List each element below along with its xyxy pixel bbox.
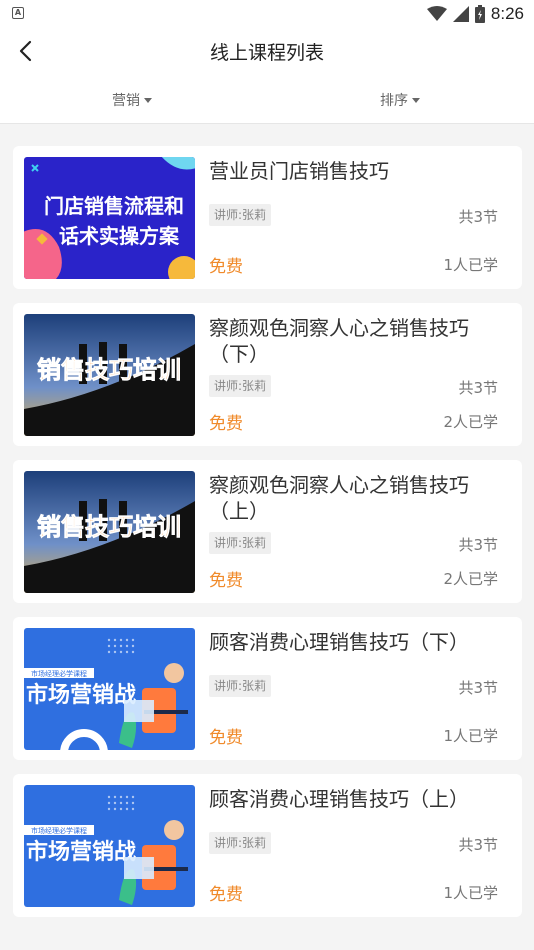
course-thumbnail: 门店销售流程和 话术实操方案: [24, 157, 195, 279]
course-card[interactable]: 门店销售流程和 话术实操方案 营业员门店销售技巧 讲师:张莉 共3节 免费 1人…: [13, 146, 522, 289]
teacher-badge: 讲师:张莉: [209, 375, 272, 397]
notification-app-icon: A: [12, 7, 24, 19]
wifi-icon: [426, 6, 447, 21]
svg-text:市场营销战: 市场营销战: [26, 682, 136, 708]
sort-dropdown[interactable]: 排序: [380, 90, 420, 110]
svg-text:市场经理必学课程: 市场经理必学课程: [31, 826, 87, 835]
course-thumbnail: 市场经理必学课程 市场营销战: [24, 785, 195, 907]
course-title: 察颜观色洞察人心之销售技巧 （下）: [209, 315, 508, 367]
learner-count: 2人已学: [443, 570, 498, 588]
price-label: 免费: [209, 728, 243, 748]
course-title: 察颜观色洞察人心之销售技巧 （上）: [209, 472, 508, 524]
lesson-count: 共3节: [458, 379, 498, 397]
teacher-badge: 讲师:张莉: [209, 832, 272, 854]
svg-text:话术实操方案: 话术实操方案: [59, 224, 180, 248]
price-label: 免费: [209, 414, 243, 434]
course-title: 顾客消费心理销售技巧（上）: [209, 787, 469, 811]
teacher-badge: 讲师:张莉: [209, 675, 272, 697]
filter-bar: 营销 排序: [0, 74, 534, 124]
learner-count: 1人已学: [443, 256, 498, 274]
svg-text:门店销售流程和: 门店销售流程和: [44, 194, 184, 218]
course-title-line: （上）: [209, 499, 269, 523]
caret-down-icon: [144, 98, 152, 103]
teacher-badge: 讲师:张莉: [209, 532, 272, 554]
lesson-count: 共3节: [458, 536, 498, 554]
marketing-filter-label: 营销: [112, 93, 140, 109]
marketing-filter-dropdown[interactable]: 营销: [112, 90, 152, 110]
status-time: 8:26: [490, 4, 524, 23]
svg-text:销售技巧培训: 销售技巧培训: [37, 356, 181, 384]
price-label: 免费: [209, 571, 243, 591]
course-title-line: 察颜观色洞察人心之销售技巧: [209, 473, 469, 497]
course-title-line: （下）: [209, 342, 269, 366]
lesson-count: 共3节: [458, 208, 498, 226]
learner-count: 1人已学: [443, 884, 498, 902]
app-header: 线上课程列表: [0, 28, 534, 74]
page-title: 线上课程列表: [209, 42, 324, 64]
price-label: 免费: [209, 885, 243, 905]
course-thumbnail: 市场经理必学课程 市场营销战: [24, 628, 195, 750]
teacher-badge: 讲师:张莉: [209, 204, 272, 226]
course-title: 顾客消费心理销售技巧（下）: [209, 630, 469, 654]
learner-count: 2人已学: [443, 413, 498, 431]
course-card[interactable]: 市场经理必学课程 市场营销战 顾客消费心理销售技巧（下） 讲师:张莉 共3节 免…: [13, 617, 522, 760]
course-card[interactable]: 销售技巧培训 察颜观色洞察人心之销售技巧 （上） 讲师:张莉 共3节 免费 2人…: [13, 460, 522, 603]
svg-text:销售技巧培训: 销售技巧培训: [37, 513, 181, 541]
course-card[interactable]: 销售技巧培训 察颜观色洞察人心之销售技巧 （下） 讲师:张莉 共3节 免费 2人…: [13, 303, 522, 446]
course-thumbnail: 销售技巧培训: [24, 314, 195, 436]
svg-text:市场经理必学课程: 市场经理必学课程: [31, 669, 87, 678]
course-title-line: 察颜观色洞察人心之销售技巧: [209, 316, 469, 340]
battery-icon: [474, 5, 485, 23]
caret-down-icon: [412, 98, 420, 103]
lesson-count: 共3节: [458, 679, 498, 697]
course-card[interactable]: 市场经理必学课程 市场营销战 顾客消费心理销售技巧（上） 讲师:张莉 共3节 免…: [13, 774, 522, 917]
status-bar: A 8:26: [0, 0, 534, 28]
cellular-signal-icon: [452, 6, 469, 22]
price-label: 免费: [209, 257, 243, 277]
sort-label: 排序: [380, 93, 408, 109]
lesson-count: 共3节: [458, 836, 498, 854]
svg-text:市场营销战: 市场营销战: [26, 839, 136, 865]
course-thumbnail: 销售技巧培训: [24, 471, 195, 593]
status-icons: 8:26: [426, 3, 524, 25]
course-title: 营业员门店销售技巧: [209, 159, 389, 183]
learner-count: 1人已学: [443, 727, 498, 745]
